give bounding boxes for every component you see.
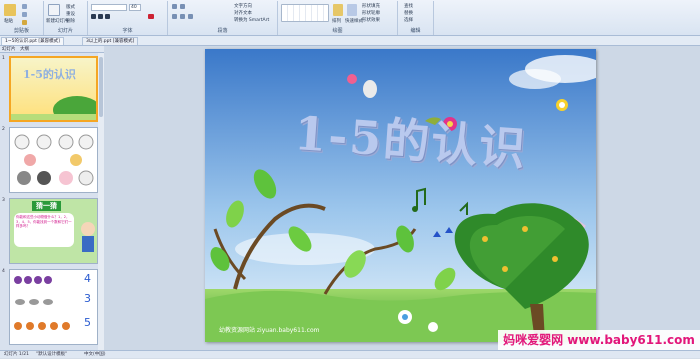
thumb-number: 3 — [2, 198, 5, 203]
quick-styles-icon[interactable] — [347, 4, 357, 16]
font-group-label: 字体 — [122, 28, 133, 34]
clipboard-group: 粘贴 剪贴板 — [0, 1, 44, 35]
drawing-group-label: 绘图 — [332, 28, 343, 34]
editing-group-label: 编辑 — [410, 28, 421, 34]
underline-icon[interactable] — [105, 14, 110, 19]
bullets-icon[interactable] — [172, 4, 177, 9]
font-size-value: 40 — [131, 5, 137, 10]
slide-thumbnail-pane: 1 1-5的认识 2 3 猜一猜 你能和这些小动物做什么？1，2，3，4，5，你… — [0, 53, 104, 350]
paste-button[interactable]: 粘贴 — [4, 18, 13, 24]
thumb2-animals-art — [14, 134, 94, 186]
thumb1-title: 1-5的认识 — [23, 68, 76, 81]
thumbnail-slide-1[interactable]: 1-5的认识 — [9, 56, 98, 122]
thumb4-digit-5: 5 — [84, 316, 91, 329]
font-group: 40 字体 — [88, 1, 168, 35]
current-slide[interactable]: 1-5的认识 幼教资源网站 ziyuan.baby611.com — [205, 49, 596, 342]
bold-icon[interactable] — [91, 14, 96, 19]
format-painter-icon[interactable] — [22, 20, 27, 25]
slide-footer-credit: 幼教资源网站 ziyuan.baby611.com — [219, 327, 320, 334]
shapes-gallery[interactable] — [281, 4, 329, 22]
thumb3-figure-art — [81, 222, 95, 252]
reset-button[interactable]: 重设 — [66, 11, 75, 17]
arrange-icon[interactable] — [333, 4, 343, 16]
thumb-number: 1 — [2, 56, 5, 61]
slide-background-art — [205, 49, 596, 342]
find-button[interactable]: 查找 — [404, 3, 413, 9]
thumbnail-slide-3[interactable]: 猜一猜 你能和这些小动物做什么？1，2，3，4，5，你能找到一个数和它们一样多吗… — [9, 198, 98, 264]
status-bar: 幻灯片 1/21 "默认设计模板" 中文(中国) — [0, 350, 700, 358]
font-color-icon[interactable] — [148, 14, 154, 19]
scrollbar-thumb[interactable] — [99, 57, 103, 117]
new-slide-icon[interactable] — [48, 4, 60, 16]
pane-tabs: 幻灯片 大纲 — [0, 46, 104, 53]
slides-group-label: 幻灯片 — [57, 28, 73, 34]
font-name-box[interactable] — [91, 4, 127, 11]
tab-outline[interactable]: 大纲 — [20, 46, 29, 53]
delete-button[interactable]: 删除 — [66, 18, 75, 24]
doc-tab-2[interactable]: 3以上的.ppt [兼容模式] — [82, 37, 139, 45]
editing-group: 查找 替换 选择 编辑 — [398, 1, 434, 35]
arrange-button[interactable]: 排列 — [332, 18, 341, 24]
site-watermark: 妈咪爱婴网 www.baby611.com — [498, 330, 700, 350]
thumbnail-slide-2[interactable] — [9, 127, 98, 193]
shape-fill-button[interactable]: 形状填充 — [362, 3, 380, 9]
align-left-icon[interactable] — [172, 14, 177, 19]
tab-slides[interactable]: 幻灯片 — [2, 46, 16, 53]
ribbon: 粘贴 剪贴板 新建幻灯片 版式 重设 删除 幻灯片 40 字体 文字方向 对齐文… — [0, 0, 700, 36]
replace-button[interactable]: 替换 — [404, 10, 413, 16]
clipboard-group-label: 剪贴板 — [13, 28, 29, 34]
shape-outline-button[interactable]: 形状轮廓 — [362, 10, 380, 16]
smartart-button[interactable]: 转换为 SmartArt — [234, 17, 269, 23]
copy-icon[interactable] — [22, 12, 27, 17]
align-right-icon[interactable] — [188, 14, 193, 19]
doc-tab-1[interactable]: 1~5的认识.ppt [兼容模式] — [1, 37, 64, 45]
quick-styles-button[interactable]: 快速样式 — [345, 18, 363, 24]
align-center-icon[interactable] — [180, 14, 185, 19]
align-text-button[interactable]: 对齐文本 — [234, 10, 252, 16]
font-size-box[interactable]: 40 — [129, 4, 141, 11]
text-direction-button[interactable]: 文字方向 — [234, 3, 252, 9]
cut-icon[interactable] — [22, 4, 27, 9]
paste-icon[interactable] — [4, 4, 16, 16]
italic-icon[interactable] — [98, 14, 103, 19]
paragraph-group-label: 段落 — [217, 28, 228, 34]
select-button[interactable]: 选择 — [404, 17, 413, 23]
numbering-icon[interactable] — [180, 4, 185, 9]
layout-button[interactable]: 版式 — [66, 4, 75, 10]
thumb4-digit-3: 3 — [84, 292, 91, 305]
thumb-number: 2 — [2, 127, 5, 132]
paragraph-group: 文字方向 对齐文本 转换为 SmartArt 段落 — [168, 1, 278, 35]
slides-group: 新建幻灯片 版式 重设 删除 幻灯片 — [44, 1, 88, 35]
thumb4-digit-4: 4 — [84, 272, 91, 285]
shape-effects-button[interactable]: 形状效果 — [362, 17, 380, 23]
document-tab-bar: 1~5的认识.ppt [兼容模式] 3以上的.ppt [兼容模式] — [0, 36, 700, 46]
thumbnail-slide-4[interactable]: 4 3 5 — [9, 269, 98, 345]
drawing-group: 排列 快速样式 形状填充 形状轮廓 形状效果 绘图 — [278, 1, 398, 35]
thumb-number: 4 — [2, 269, 5, 274]
